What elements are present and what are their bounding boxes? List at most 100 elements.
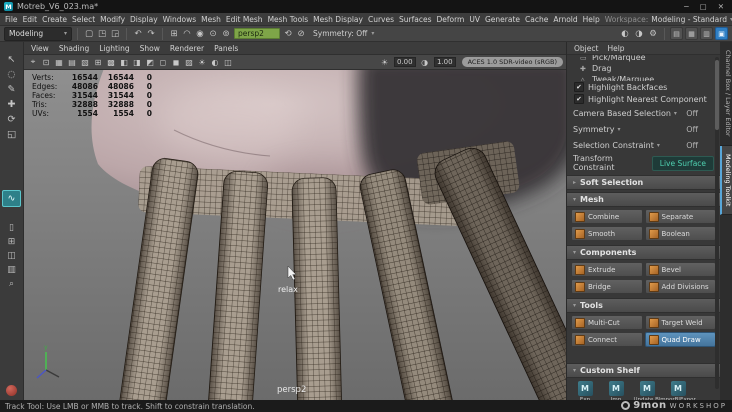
highlight-backfaces-checkbox[interactable]: ✔ Highlight Backfaces <box>567 81 720 93</box>
boolean-button[interactable]: Boolean <box>644 226 716 241</box>
quad-draw-button[interactable]: Quad Draw <box>644 332 716 347</box>
symmetry-row[interactable]: Symmetry ▾ Off <box>567 121 720 137</box>
soft-selection-header[interactable]: ▸ Soft Selection <box>567 175 720 190</box>
panel-menu-shading[interactable]: Shading <box>59 44 89 53</box>
camera-attributes-icon[interactable]: ▦ <box>53 56 65 68</box>
menu-generate[interactable]: Generate <box>485 15 520 24</box>
shelf-update-button[interactable]: M Update Bl <box>634 381 660 401</box>
tab-modeling-toolkit[interactable]: Modeling Toolkit <box>720 145 732 215</box>
channel-box-toggle-icon[interactable]: ▥ <box>700 27 713 40</box>
menu-curves[interactable]: Curves <box>368 15 394 24</box>
menu-select[interactable]: Select <box>72 15 95 24</box>
lights-icon[interactable]: ☀ <box>196 56 208 68</box>
tool-settings-toggle-icon[interactable]: ▦ <box>685 27 698 40</box>
bookmark-icon[interactable]: ▤ <box>66 56 78 68</box>
outliner-layout-icon[interactable]: ▥ <box>3 263 20 276</box>
selection-constraint-value[interactable]: Off <box>686 141 698 150</box>
highlight-nearest-component-checkbox[interactable]: ✔ Highlight Nearest Component <box>567 93 720 105</box>
lock-camera-icon[interactable]: ⊡ <box>40 56 52 68</box>
color-space-selector[interactable]: ACES 1.0 SDR-video (sRGB) <box>461 57 563 67</box>
toolkit-menu-object[interactable]: Object <box>574 44 598 53</box>
menu-create[interactable]: Create <box>42 15 67 24</box>
custom-shelf-header[interactable]: ▾ Custom Shelf <box>567 363 720 378</box>
bridge-button[interactable]: Bridge <box>571 279 643 294</box>
image-plane-icon[interactable]: ▧ <box>79 56 91 68</box>
menu-file[interactable]: File <box>5 15 18 24</box>
xray-icon[interactable]: ◫ <box>222 56 234 68</box>
resolution-gate-icon[interactable]: ◨ <box>131 56 143 68</box>
menu-cache[interactable]: Cache <box>525 15 548 24</box>
menu-display[interactable]: Display <box>130 15 158 24</box>
magnifier-icon[interactable]: ⌕ <box>3 277 20 290</box>
film-gate-icon[interactable]: ◧ <box>118 56 130 68</box>
snap-to-projected-center-icon[interactable]: ⊙ <box>207 27 219 40</box>
open-scene-icon[interactable]: ◳ <box>96 27 108 40</box>
toolkit-scrollbar[interactable] <box>715 57 719 390</box>
shelf-export2-button[interactable]: M mporBlExpor <box>660 381 696 401</box>
menu-uv[interactable]: UV <box>469 15 480 24</box>
modeling-toolkit-toggle-icon[interactable]: ▣ <box>715 27 728 40</box>
gamma-icon[interactable]: ◑ <box>419 56 431 68</box>
snap-to-grids-icon[interactable]: ⊞ <box>168 27 180 40</box>
tab-channel-box-layer-editor[interactable]: Channel Box / Layer Editor <box>720 42 732 146</box>
wireframe-mode-icon[interactable]: ◻ <box>157 56 169 68</box>
lasso-tool-icon[interactable]: ◌ <box>3 67 20 82</box>
textured-mode-icon[interactable]: ▨ <box>183 56 195 68</box>
smooth-button[interactable]: Smooth <box>571 226 643 241</box>
save-scene-icon[interactable]: ◲ <box>109 27 121 40</box>
shelf-import-button[interactable]: M Imp <box>604 381 628 401</box>
shelf-export-button[interactable]: M Exp <box>573 381 597 401</box>
menu-help[interactable]: Help <box>583 15 600 24</box>
camera-based-selection-row[interactable]: Camera Based Selection ▾ Off <box>567 105 720 121</box>
target-weld-button[interactable]: Target Weld <box>644 315 716 330</box>
sculpt-relax-tool-icon[interactable]: ∿ <box>2 190 21 207</box>
snap-to-curves-icon[interactable]: ◠ <box>181 27 193 40</box>
scrollbar-thumb[interactable] <box>715 60 719 130</box>
attribute-editor-toggle-icon[interactable]: ▤ <box>670 27 683 40</box>
mode-drag[interactable]: ✚ Drag <box>567 63 720 74</box>
mode-tweak-marquee[interactable]: △ Tweak/Marquee <box>567 74 720 81</box>
gate-mask-icon[interactable]: ◩ <box>144 56 156 68</box>
symmetry-value[interactable]: Off <box>686 125 698 134</box>
rename-input[interactable]: persp2 <box>234 28 280 39</box>
camera-based-selection-value[interactable]: Off <box>686 109 698 118</box>
multi-cut-button[interactable]: Multi-Cut <box>571 315 643 330</box>
combine-button[interactable]: Combine <box>571 209 643 224</box>
gamma-field[interactable]: 1.00 <box>433 57 456 67</box>
viewport-3d[interactable]: Verts: 16544 16544 0 Edges: 48086 48086 … <box>24 70 566 400</box>
add-divisions-button[interactable]: Add Divisions <box>644 279 716 294</box>
extrude-button[interactable]: Extrude <box>571 262 643 277</box>
menu-edit-mesh[interactable]: Edit Mesh <box>226 15 263 24</box>
mode-pick-marquee[interactable]: ▭ Pick/Marquee <box>567 55 720 63</box>
ipr-render-icon[interactable]: ◑ <box>633 27 645 40</box>
shadows-icon[interactable]: ◐ <box>209 56 221 68</box>
red-sphere-icon[interactable] <box>6 385 17 396</box>
live-surface-button[interactable]: Live Surface <box>651 155 714 171</box>
menu-deform[interactable]: Deform <box>436 15 464 24</box>
panel-menu-show[interactable]: Show <box>140 44 160 53</box>
selection-constraint-row[interactable]: Selection Constraint ▾ Off <box>567 137 720 153</box>
connect-button[interactable]: Connect <box>571 332 643 347</box>
menu-mesh-display[interactable]: Mesh Display <box>313 15 363 24</box>
panel-menu-panels[interactable]: Panels <box>214 44 238 53</box>
pan-zoom-icon[interactable]: ⊞ <box>92 56 104 68</box>
undo-icon[interactable]: ↶ <box>132 27 144 40</box>
viewport-canvas[interactable]: y relax persp2 <box>24 70 566 400</box>
menu-windows[interactable]: Windows <box>163 15 196 24</box>
menu-mesh-tools[interactable]: Mesh Tools <box>268 15 309 24</box>
render-frame-icon[interactable]: ◐ <box>619 27 631 40</box>
exposure-field[interactable]: 0.00 <box>393 57 416 67</box>
tools-section-header[interactable]: ▾ Tools <box>567 298 720 313</box>
grid-icon[interactable]: ▩ <box>105 56 117 68</box>
new-scene-icon[interactable]: ▢ <box>83 27 95 40</box>
two-pane-layout-icon[interactable]: ◫ <box>3 249 20 262</box>
render-settings-icon[interactable]: ⚙ <box>647 27 659 40</box>
exposure-icon[interactable]: ☀ <box>379 56 391 68</box>
single-pane-layout-icon[interactable]: ▯ <box>3 221 20 234</box>
construction-history-icon[interactable]: ⟲ <box>282 27 294 40</box>
maximize-button[interactable]: ▢ <box>700 2 707 11</box>
components-section-header[interactable]: ▾ Components <box>567 245 720 260</box>
finger-middle[interactable] <box>291 177 343 400</box>
menu-arnold[interactable]: Arnold <box>553 15 577 24</box>
menu-set-dropdown[interactable]: Modeling ▾ <box>4 26 72 41</box>
